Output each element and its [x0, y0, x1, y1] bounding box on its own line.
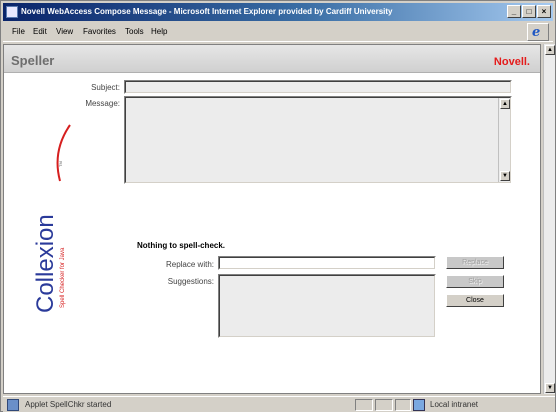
- status-cell-3: [395, 399, 411, 411]
- status-text: Applet SpellChkr started: [25, 400, 112, 409]
- replace-with-input[interactable]: [218, 256, 436, 270]
- menu-bar: File Edit View Favorites Tools Help e: [3, 22, 553, 42]
- close-button[interactable]: Close: [446, 294, 504, 307]
- skip-button[interactable]: Skip: [446, 275, 504, 288]
- status-bar: Applet SpellChkr started Local intranet: [3, 396, 555, 412]
- status-cell-1: [355, 399, 373, 411]
- menu-file[interactable]: File: [12, 27, 25, 36]
- subject-label: Subject:: [91, 83, 120, 92]
- menu-favorites[interactable]: Favorites: [83, 27, 116, 36]
- page-scrollbar[interactable]: ▲ ▼: [543, 44, 555, 394]
- minimize-button[interactable]: _: [507, 5, 521, 18]
- logo-swoosh: [56, 124, 71, 182]
- logo-wordmark: Collexion: [32, 214, 59, 313]
- browser-window: Novell WebAccess Compose Message - Micro…: [0, 0, 556, 412]
- replace-button[interactable]: Replace: [446, 256, 504, 269]
- status-cell-2: [375, 399, 393, 411]
- subject-field[interactable]: [124, 80, 512, 94]
- logo-tm: TM: [58, 161, 63, 167]
- menu-help[interactable]: Help: [151, 27, 167, 36]
- menu-edit[interactable]: Edit: [33, 27, 47, 36]
- collexion-logo: TM Collexion Spell Checker for Java: [32, 124, 71, 313]
- speller-header: Speller Novell.: [4, 45, 540, 73]
- zone-text: Local intranet: [430, 400, 479, 409]
- menu-view[interactable]: View: [56, 27, 73, 36]
- speller-content: Speller Novell. Subject: Message: ▲ ▼ TM…: [3, 44, 541, 394]
- applet-status-icon: [7, 399, 19, 411]
- ie-logo-icon: e: [527, 23, 549, 41]
- scroll-up-icon[interactable]: ▲: [500, 99, 510, 109]
- message-scrollbar[interactable]: ▲ ▼: [498, 98, 510, 182]
- intranet-zone-icon: [413, 399, 425, 411]
- window-title: Novell WebAccess Compose Message - Micro…: [21, 7, 393, 16]
- page-scroll-down-icon[interactable]: ▼: [545, 383, 555, 393]
- spellcheck-status: Nothing to spell-check.: [137, 241, 226, 250]
- scroll-down-icon[interactable]: ▼: [500, 171, 510, 181]
- logo-tagline: Spell Checker for Java: [60, 247, 66, 308]
- replace-with-label: Replace with:: [165, 260, 214, 269]
- novell-logo: Novell.: [493, 56, 530, 68]
- window-controls: _ □ ×: [507, 5, 551, 18]
- suggestions-label: Suggestions:: [167, 277, 214, 286]
- ie-window-icon: [6, 6, 18, 18]
- title-bar: Novell WebAccess Compose Message - Micro…: [3, 3, 553, 21]
- maximize-button[interactable]: □: [522, 5, 536, 18]
- close-window-button[interactable]: ×: [537, 5, 551, 18]
- suggestions-list[interactable]: [218, 274, 436, 338]
- menu-tools[interactable]: Tools: [125, 27, 144, 36]
- message-label: Message:: [85, 99, 120, 108]
- speller-title: Speller: [11, 53, 55, 68]
- message-area[interactable]: ▲ ▼: [124, 96, 512, 184]
- page-scroll-up-icon[interactable]: ▲: [545, 45, 555, 55]
